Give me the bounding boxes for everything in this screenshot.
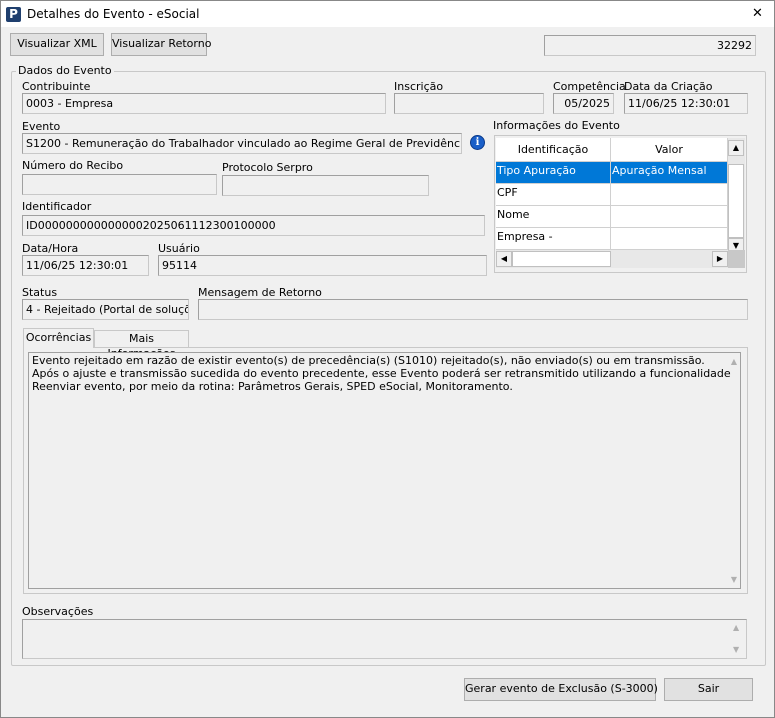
grid-horizontal-scrollbar[interactable]: ◀ ▶ — [496, 250, 745, 268]
info-grid: Identificação Valor Tipo Apuração Apuraç… — [494, 135, 747, 273]
grid-row-cell[interactable] — [611, 184, 728, 206]
contribuinte-field: 0003 - Empresa — [22, 93, 386, 114]
protocolo-label: Protocolo Serpro — [222, 161, 313, 174]
data-criacao-label: Data da Criação — [624, 80, 713, 93]
numero-recibo-label: Número do Recibo — [22, 159, 124, 172]
info-grid-title: Informações do Evento — [493, 119, 620, 132]
sair-button[interactable]: Sair — [664, 678, 753, 701]
tab-ocorrencias[interactable]: Ocorrências — [23, 328, 94, 348]
grid-row-cell[interactable]: Empresa - — [496, 228, 611, 250]
scroll-right-icon[interactable]: ▶ — [712, 251, 728, 267]
usuario-label: Usuário — [158, 242, 200, 255]
grid-header-identificacao[interactable]: Identificação — [496, 138, 611, 162]
usuario-field: 95114 — [158, 255, 487, 276]
evento-field: S1200 - Remuneração do Trabalhador vincu… — [22, 133, 462, 154]
info-icon[interactable]: i — [470, 135, 485, 150]
status-field: 4 - Rejeitado (Portal de soluções) — [22, 299, 189, 320]
identificador-field: ID0000000000000002025061112300100000 — [22, 215, 485, 236]
ocorrencia-line: Reenviar evento, por meio da rotina: Par… — [32, 380, 513, 393]
scroll-thumb[interactable] — [728, 164, 744, 238]
protocolo-field — [222, 175, 429, 196]
app-logo-icon: P — [6, 7, 21, 22]
ocorrencia-line: Evento rejeitado em razão de existir eve… — [32, 354, 705, 367]
scroll-down-icon[interactable]: ▼ — [731, 573, 737, 586]
event-details-window: P Detalhes do Evento - eSocial ✕ Visuali… — [0, 0, 775, 718]
identificador-label: Identificador — [22, 200, 92, 213]
title-bar: P Detalhes do Evento - eSocial ✕ — [1, 1, 774, 27]
observacoes-label: Observações — [22, 605, 94, 618]
grid-vertical-scrollbar[interactable]: ▲ ▼ — [728, 138, 745, 254]
scroll-up-icon[interactable]: ▲ — [733, 623, 739, 632]
data-hora-label: Data/Hora — [22, 242, 79, 255]
window-title: Detalhes do Evento - eSocial — [27, 7, 200, 21]
numero-recibo-field — [22, 174, 217, 195]
visualizar-xml-button[interactable]: Visualizar XML — [10, 33, 104, 56]
data-criacao-field: 11/06/25 12:30:01 — [624, 93, 748, 114]
grid-row-cell[interactable]: Apuração Mensal — [611, 162, 728, 184]
scroll-down-icon[interactable]: ▼ — [733, 645, 739, 654]
group-title: Dados do Evento — [16, 64, 114, 77]
evento-label: Evento — [22, 120, 61, 133]
grid-row-cell[interactable] — [611, 228, 728, 250]
data-hora-field: 11/06/25 12:30:01 — [22, 255, 149, 276]
ocorrencia-line: Após o ajuste e transmissão sucedida do … — [32, 367, 731, 380]
scroll-up-icon[interactable]: ▲ — [731, 355, 737, 368]
visualizar-retorno-button[interactable]: Visualizar Retorno — [111, 33, 211, 56]
scroll-thumb[interactable] — [512, 251, 611, 267]
grid-row-cell[interactable]: Nome — [496, 206, 611, 228]
ocorrencias-text[interactable]: Evento rejeitado em razão de existir eve… — [28, 352, 741, 589]
contribuinte-label: Contribuinte — [22, 80, 91, 93]
scroll-corner — [728, 250, 745, 268]
mensagem-label: Mensagem de Retorno — [198, 286, 322, 299]
grid-row-cell[interactable]: Tipo Apuração — [496, 162, 611, 184]
mensagem-field — [198, 299, 748, 320]
grid-row-cell[interactable]: CPF — [496, 184, 611, 206]
grid-row-cell[interactable] — [611, 206, 728, 228]
scroll-left-icon[interactable]: ◀ — [496, 251, 512, 267]
competencia-label: Competência — [553, 80, 626, 93]
event-id-field: 32292 — [544, 35, 756, 56]
tab-mais-informacoes[interactable]: Mais Informações — [94, 330, 189, 360]
status-label: Status — [22, 286, 58, 299]
close-icon[interactable]: ✕ — [752, 6, 763, 21]
inscricao-field — [394, 93, 544, 114]
gerar-exclusao-button[interactable]: Gerar evento de Exclusão (S-3000) — [464, 678, 658, 701]
grid-header-valor[interactable]: Valor — [611, 138, 728, 162]
tab-label: Ocorrências — [25, 331, 92, 344]
observacoes-field[interactable] — [22, 619, 747, 659]
competencia-field: 05/2025 — [553, 93, 614, 114]
scroll-up-icon[interactable]: ▲ — [728, 140, 744, 156]
inscricao-label: Inscrição — [394, 80, 444, 93]
